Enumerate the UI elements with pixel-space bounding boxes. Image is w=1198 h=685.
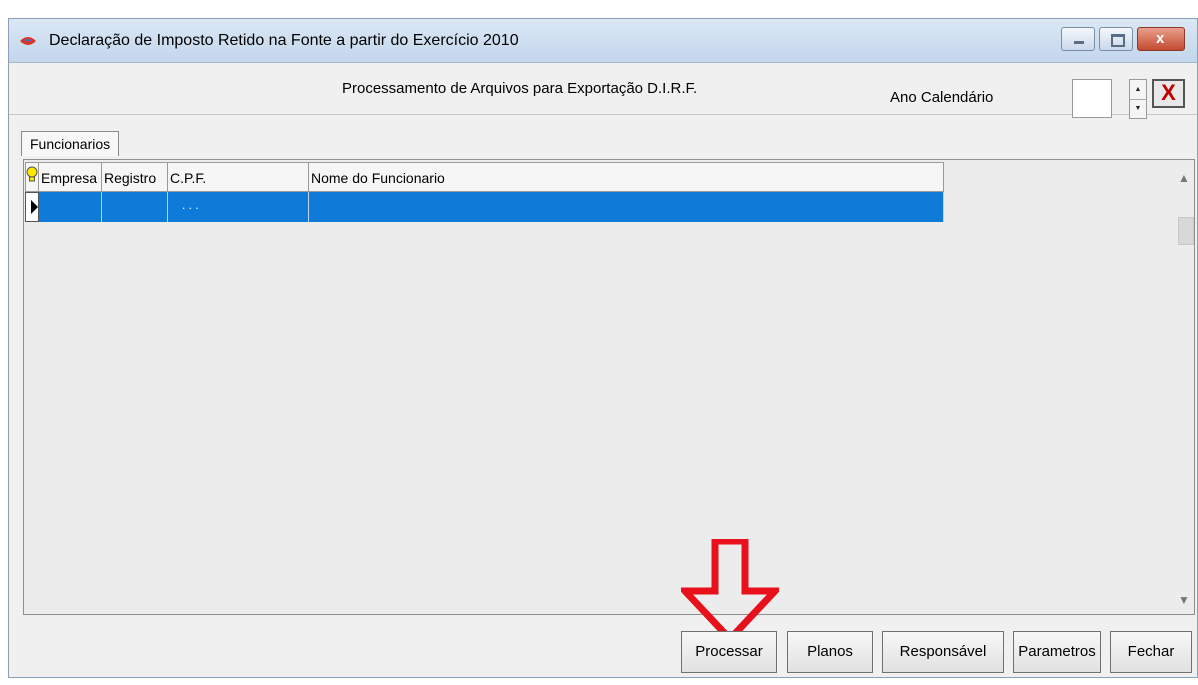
ano-calendario-label: Ano Calendário: [890, 89, 994, 106]
maximize-button[interactable]: [1099, 27, 1133, 51]
cell-cpf[interactable]: . . .: [168, 192, 309, 222]
maximize-icon: [1111, 34, 1125, 47]
minimize-icon: [1074, 41, 1084, 44]
page-subtitle: Processamento de Arquivos para Exportaçã…: [342, 80, 698, 97]
spinner-up-icon[interactable]: ▲: [1130, 80, 1146, 100]
cell-registro[interactable]: [102, 192, 168, 222]
vertical-scrollbar[interactable]: ▲ ▼: [1174, 161, 1194, 613]
main-window: Declaração de Imposto Retido na Fonte a …: [8, 18, 1198, 678]
column-header-registro[interactable]: Registro: [102, 162, 168, 192]
planos-button[interactable]: Planos: [787, 631, 873, 673]
lightbulb-icon: [25, 162, 39, 192]
fechar-button[interactable]: Fechar: [1110, 631, 1192, 673]
title-bar: Declaração de Imposto Retido na Fonte a …: [9, 19, 1197, 63]
ano-calendario-input[interactable]: [1072, 79, 1112, 118]
grid-header: Empresa Registro C.P.F. Nome do Funciona…: [25, 162, 944, 192]
close-icon: x: [1156, 30, 1165, 47]
clear-button[interactable]: X: [1152, 79, 1185, 108]
row-indicator-icon: [25, 192, 39, 222]
scrollbar-thumb[interactable]: [1178, 217, 1194, 245]
scroll-down-icon[interactable]: ▼: [1178, 593, 1190, 607]
responsavel-button[interactable]: Responsável: [882, 631, 1004, 673]
processar-button[interactable]: Processar: [681, 631, 777, 673]
tab-funcionarios[interactable]: Funcionarios: [21, 131, 120, 156]
header-panel: Processamento de Arquivos para Exportaçã…: [9, 63, 1197, 119]
column-header-empresa[interactable]: Empresa: [39, 162, 102, 192]
ano-spinner[interactable]: ▲ ▼: [1129, 79, 1147, 119]
table-row[interactable]: . . .: [25, 192, 944, 222]
column-header-nome[interactable]: Nome do Funcionario: [309, 162, 944, 192]
parametros-button[interactable]: Parametros: [1013, 631, 1101, 673]
scroll-up-icon[interactable]: ▲: [1178, 171, 1190, 185]
employee-grid[interactable]: Empresa Registro C.P.F. Nome do Funciona…: [23, 159, 1195, 615]
column-header-cpf[interactable]: C.P.F.: [168, 162, 309, 192]
close-button[interactable]: x: [1137, 27, 1185, 51]
spinner-down-icon[interactable]: ▼: [1130, 99, 1146, 118]
cell-nome[interactable]: [309, 192, 944, 222]
app-icon: [20, 37, 36, 45]
minimize-button[interactable]: [1061, 27, 1095, 51]
cell-empresa[interactable]: [39, 192, 102, 222]
window-title: Declaração de Imposto Retido na Fonte a …: [49, 32, 519, 49]
down-arrow-icon: [681, 539, 779, 642]
